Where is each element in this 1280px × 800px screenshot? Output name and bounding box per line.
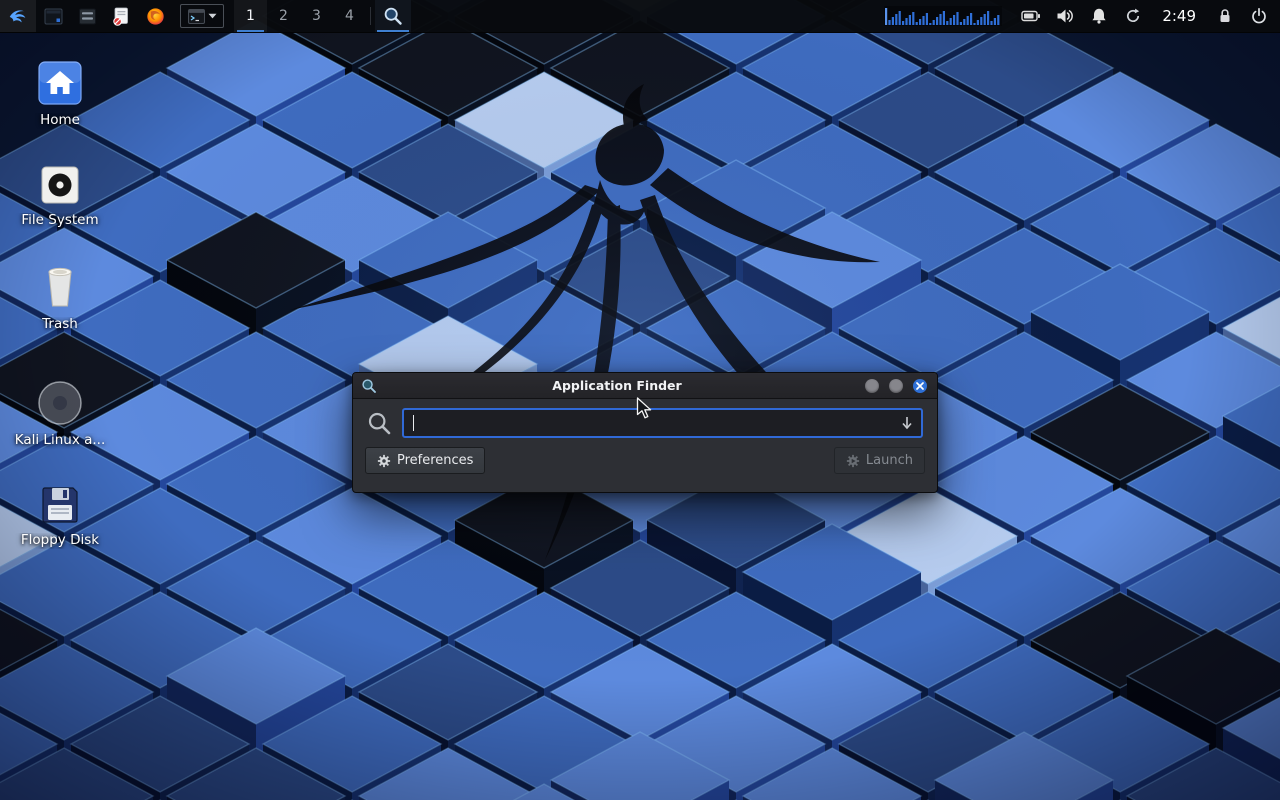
battery-icon bbox=[1021, 7, 1041, 25]
workspace-1[interactable]: 1 bbox=[234, 0, 267, 32]
dropdown-arrow-icon[interactable] bbox=[900, 415, 914, 431]
terminal-icon bbox=[188, 9, 205, 24]
workspace-4-label: 4 bbox=[345, 8, 354, 24]
system-load-graph[interactable] bbox=[884, 6, 1002, 26]
file-system-drive-icon bbox=[39, 164, 81, 206]
search-input[interactable] bbox=[402, 408, 923, 438]
updates-indicator[interactable] bbox=[1122, 0, 1144, 32]
updates-refresh-icon bbox=[1124, 7, 1142, 25]
workspace-2-label: 2 bbox=[279, 8, 288, 24]
taskbar-app-firefox[interactable] bbox=[138, 0, 172, 32]
application-finder-icon bbox=[383, 6, 403, 26]
desktop-icon-label: Trash bbox=[8, 317, 112, 333]
terminal-launcher-button[interactable] bbox=[180, 4, 224, 28]
workspace-1-label: 1 bbox=[246, 8, 255, 24]
panel-separator bbox=[370, 7, 371, 25]
launch-button[interactable]: Launch bbox=[834, 447, 925, 474]
window-controls bbox=[853, 379, 937, 393]
workspace-switcher: 1 2 3 4 bbox=[234, 0, 366, 32]
desktop-icon-label: Kali Linux a... bbox=[8, 433, 112, 449]
text-caret bbox=[413, 415, 414, 431]
kali-logo-icon bbox=[7, 5, 29, 27]
maximize-button[interactable] bbox=[889, 379, 903, 393]
window-title: Application Finder bbox=[381, 378, 853, 393]
close-icon bbox=[916, 382, 924, 390]
dark-window-app-icon bbox=[44, 8, 63, 25]
battery-indicator[interactable] bbox=[1020, 0, 1042, 32]
applications-menu-button[interactable] bbox=[0, 0, 36, 32]
application-finder-window: Application Finder bbox=[352, 372, 938, 493]
workspace-4[interactable]: 4 bbox=[333, 0, 366, 32]
desktop-icon-label: File System bbox=[8, 213, 112, 229]
file-cabinet-app-icon bbox=[78, 8, 97, 25]
taskbar-app-window[interactable] bbox=[36, 0, 70, 32]
desktop-icon-label: Floppy Disk bbox=[8, 533, 112, 549]
keyring-lock[interactable] bbox=[1214, 0, 1236, 32]
taskbar-app-files[interactable] bbox=[70, 0, 104, 32]
desktop-icon-kali-docs[interactable]: Kali Linux a... bbox=[8, 376, 112, 449]
notifications-indicator[interactable] bbox=[1088, 0, 1110, 32]
floppy-disk-icon bbox=[39, 484, 81, 526]
desktop-icon-home[interactable]: Home bbox=[8, 56, 112, 129]
finder-body: Preferences Launch bbox=[353, 399, 937, 492]
minimize-button[interactable] bbox=[865, 379, 879, 393]
desktop-icon-floppy-disk[interactable]: Floppy Disk bbox=[8, 476, 112, 549]
trash-icon bbox=[37, 262, 83, 310]
launch-label: Launch bbox=[866, 453, 913, 468]
taskbar-app-application-finder[interactable] bbox=[375, 0, 411, 32]
application-finder-icon bbox=[361, 378, 377, 394]
kali-disc-icon bbox=[37, 380, 83, 426]
taskbar-app-editor[interactable] bbox=[104, 0, 138, 32]
gear-icon bbox=[377, 454, 391, 468]
power-icon bbox=[1250, 7, 1268, 25]
firefox-app-icon bbox=[146, 7, 165, 26]
taskbar bbox=[36, 0, 172, 32]
desktop-icon-label: Home bbox=[8, 113, 112, 129]
notifications-bell-icon bbox=[1090, 7, 1108, 25]
chevron-down-icon bbox=[208, 13, 217, 19]
titlebar[interactable]: Application Finder bbox=[353, 373, 937, 399]
desktop-icon-trash[interactable]: Trash bbox=[8, 260, 112, 333]
preferences-label: Preferences bbox=[397, 453, 473, 468]
desktop-icon-file-system[interactable]: File System bbox=[8, 156, 112, 229]
top-panel: 1 2 3 4 bbox=[0, 0, 1280, 33]
panel-spacer bbox=[411, 0, 884, 32]
desktop-screen: 1 2 3 4 bbox=[0, 0, 1280, 800]
workspace-3[interactable]: 3 bbox=[300, 0, 333, 32]
home-icon bbox=[37, 60, 83, 106]
text-editor-app-icon bbox=[112, 7, 130, 26]
volume-indicator[interactable] bbox=[1054, 0, 1076, 32]
power-button[interactable] bbox=[1248, 0, 1270, 32]
launch-gear-icon bbox=[846, 454, 860, 468]
workspace-2[interactable]: 2 bbox=[267, 0, 300, 32]
volume-icon bbox=[1056, 7, 1075, 25]
clock[interactable]: 2:49 bbox=[1154, 0, 1204, 32]
lock-icon bbox=[1216, 7, 1234, 25]
preferences-button[interactable]: Preferences bbox=[365, 447, 485, 474]
workspace-3-label: 3 bbox=[312, 8, 321, 24]
search-icon bbox=[367, 411, 392, 436]
close-button[interactable] bbox=[913, 379, 927, 393]
